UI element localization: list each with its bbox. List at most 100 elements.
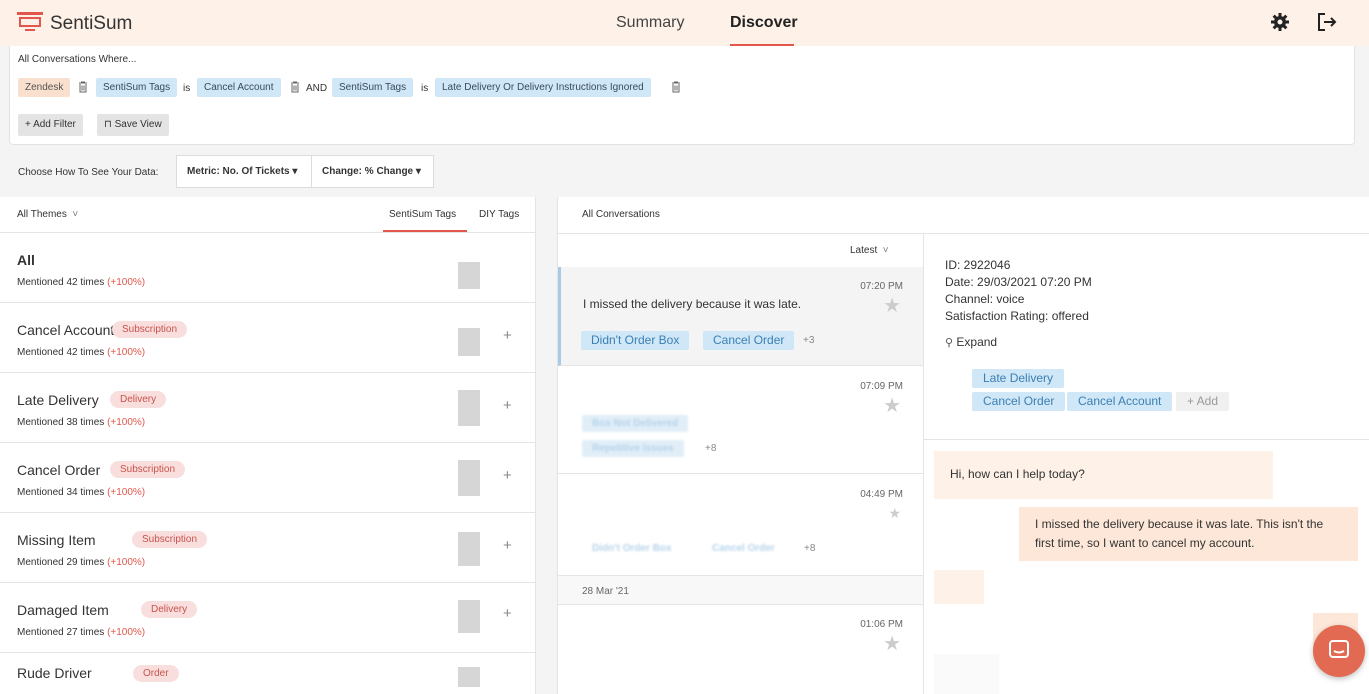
themes-header: All Themes ˅ SentiSum Tags DIY Tags <box>0 197 535 233</box>
search-icon: ⚲ <box>945 337 954 349</box>
trend-sparkline <box>458 390 480 426</box>
operator-label: is <box>421 83 429 94</box>
conversation-item[interactable]: 01:06 PM ★ <box>558 605 923 694</box>
trash-icon[interactable] <box>290 81 300 93</box>
theme-row[interactable]: Rude Driver Order <box>0 653 535 694</box>
theme-meta: Mentioned 34 times (+100%) <box>17 487 146 498</box>
logo-text: SentiSum <box>50 12 133 34</box>
conversations-header: All Conversations <box>558 197 1369 234</box>
conversation-snippet: I missed the delivery because it was lat… <box>583 297 802 311</box>
add-icon[interactable]: + <box>503 397 512 414</box>
agent-message <box>934 654 999 694</box>
tab-summary[interactable]: Summary <box>616 14 684 32</box>
filter-title: All Conversations Where... <box>18 54 137 65</box>
detail-tag[interactable]: Cancel Order <box>972 392 1066 411</box>
add-icon[interactable]: + <box>503 605 512 622</box>
change-dropdown[interactable]: Change: % Change ▾ <box>311 155 434 188</box>
more-tags-count[interactable]: +8 <box>804 543 815 554</box>
conversation-id: ID: 2922046 <box>945 258 1011 272</box>
filter-panel: All Conversations Where... Zendesk Senti… <box>9 46 1355 145</box>
chat-launcher-button[interactable] <box>1313 625 1365 677</box>
theme-row[interactable]: Late Delivery Delivery Mentioned 38 time… <box>0 373 535 443</box>
star-icon[interactable]: ★ <box>883 631 901 656</box>
conversation-tag[interactable]: Cancel Order <box>703 331 795 350</box>
add-icon[interactable]: + <box>503 467 512 484</box>
theme-row[interactable]: Missing Item Subscription Mentioned 29 t… <box>0 513 535 583</box>
star-icon[interactable]: ★ <box>883 393 901 418</box>
bookmark-icon: ⊓ <box>104 119 115 130</box>
conversation-time: 01:06 PM <box>860 619 903 630</box>
themes-filter[interactable]: All Themes ˅ <box>17 209 78 220</box>
theme-name: Damaged Item <box>17 602 109 618</box>
category-badge: Subscription <box>112 321 188 338</box>
category-badge: Delivery <box>110 391 167 408</box>
add-icon[interactable]: + <box>503 537 512 554</box>
conversation-tag[interactable]: Didn't Order Box <box>582 540 682 557</box>
add-icon[interactable]: + <box>503 327 512 344</box>
tab-discover[interactable]: Discover <box>730 14 798 32</box>
conversation-tag[interactable]: Cancel Order <box>702 540 785 557</box>
conversation-list: Latest ˅ 07:20 PM ★ I missed the deliver… <box>558 234 924 694</box>
category-badge: Subscription <box>132 531 208 548</box>
filter-field-chip[interactable]: SentiSum Tags <box>332 78 414 97</box>
conversation-tag[interactable]: Repetitive Issues <box>582 440 684 457</box>
conversation-channel: Channel: voice <box>945 292 1025 306</box>
trend-sparkline <box>458 600 480 633</box>
conversation-item[interactable]: 07:20 PM ★ I missed the delivery because… <box>558 267 923 366</box>
caret-down-icon: ▾ <box>292 166 298 177</box>
logout-icon[interactable] <box>1316 12 1338 35</box>
theme-row-all[interactable]: All Mentioned 42 times (+100%) <box>0 233 535 303</box>
theme-row[interactable]: Damaged Item Delivery Mentioned 27 times… <box>0 583 535 653</box>
conversation-item[interactable]: 04:49 PM ★ Didn't Order Box Cancel Order… <box>558 475 923 575</box>
logo[interactable]: SentiSum <box>16 11 132 36</box>
themes-panel: All Themes ˅ SentiSum Tags DIY Tags All … <box>0 197 536 694</box>
conversation-time: 07:20 PM <box>860 281 903 292</box>
tab-diy-tags[interactable]: DIY Tags <box>479 209 519 220</box>
theme-meta: Mentioned 42 times (+100%) <box>17 347 146 358</box>
add-tag-button[interactable]: + Add <box>1176 392 1230 411</box>
metric-dropdown[interactable]: Metric: No. Of Tickets ▾ <box>176 155 312 188</box>
detail-tag[interactable]: Cancel Account <box>1067 392 1173 411</box>
star-icon[interactable]: ★ <box>883 293 901 318</box>
data-view-label: Choose How To See Your Data: <box>18 167 159 178</box>
chat-icon <box>1328 639 1350 664</box>
trash-icon[interactable] <box>78 81 88 93</box>
agent-message: Hi, how can I help today? <box>934 451 1273 499</box>
add-filter-button[interactable]: + Add Filter <box>18 114 83 136</box>
conversation-item[interactable]: 07:09 PM ★ Box Not Delivered Repetitive … <box>558 367 923 474</box>
more-tags-count[interactable]: +3 <box>803 335 814 346</box>
star-icon[interactable]: ★ <box>888 505 901 522</box>
conversations-panel: All Conversations Latest ˅ 07:20 PM ★ I … <box>557 197 1369 694</box>
chevron-down-icon: ˅ <box>880 245 889 256</box>
trend-sparkline <box>458 328 480 356</box>
detail-tag[interactable]: Late Delivery <box>972 369 1065 388</box>
conversation-time: 04:49 PM <box>860 489 903 500</box>
expand-button[interactable]: ⚲ Expand <box>945 335 997 349</box>
trend-sparkline <box>458 460 480 496</box>
source-chip[interactable]: Zendesk <box>18 78 71 97</box>
theme-row[interactable]: Cancel Order Subscription Mentioned 34 t… <box>0 443 535 513</box>
save-view-button[interactable]: ⊓ Save View <box>97 114 169 136</box>
conversation-time: 07:09 PM <box>860 381 903 392</box>
divider <box>924 439 1369 440</box>
trash-icon[interactable] <box>671 81 681 93</box>
more-tags-count[interactable]: +8 <box>705 443 716 454</box>
sort-dropdown[interactable]: Latest ˅ <box>850 245 889 256</box>
date-separator-label: 28 Mar '21 <box>582 586 629 597</box>
theme-meta: Mentioned 29 times (+100%) <box>17 557 146 568</box>
customer-message: I missed the delivery because it was lat… <box>1019 507 1358 561</box>
filter-field-chip[interactable]: SentiSum Tags <box>96 78 178 97</box>
chevron-down-icon: ˅ <box>69 209 79 220</box>
caret-down-icon: ▾ <box>415 166 421 177</box>
tab-sentisum-tags[interactable]: SentiSum Tags <box>389 209 456 220</box>
theme-row[interactable]: Cancel Account Subscription Mentioned 42… <box>0 303 535 373</box>
logo-icon <box>16 11 44 36</box>
gear-icon[interactable] <box>1270 12 1290 35</box>
conversation-tag[interactable]: Box Not Delivered <box>582 415 689 432</box>
active-tab-indicator <box>383 230 467 232</box>
plus-icon: + <box>25 119 34 130</box>
theme-name: Rude Driver <box>17 665 92 681</box>
conversation-tag[interactable]: Didn't Order Box <box>581 331 690 350</box>
filter-value-chip[interactable]: Late Delivery Or Delivery Instructions I… <box>435 78 651 97</box>
filter-value-chip[interactable]: Cancel Account <box>197 78 281 97</box>
